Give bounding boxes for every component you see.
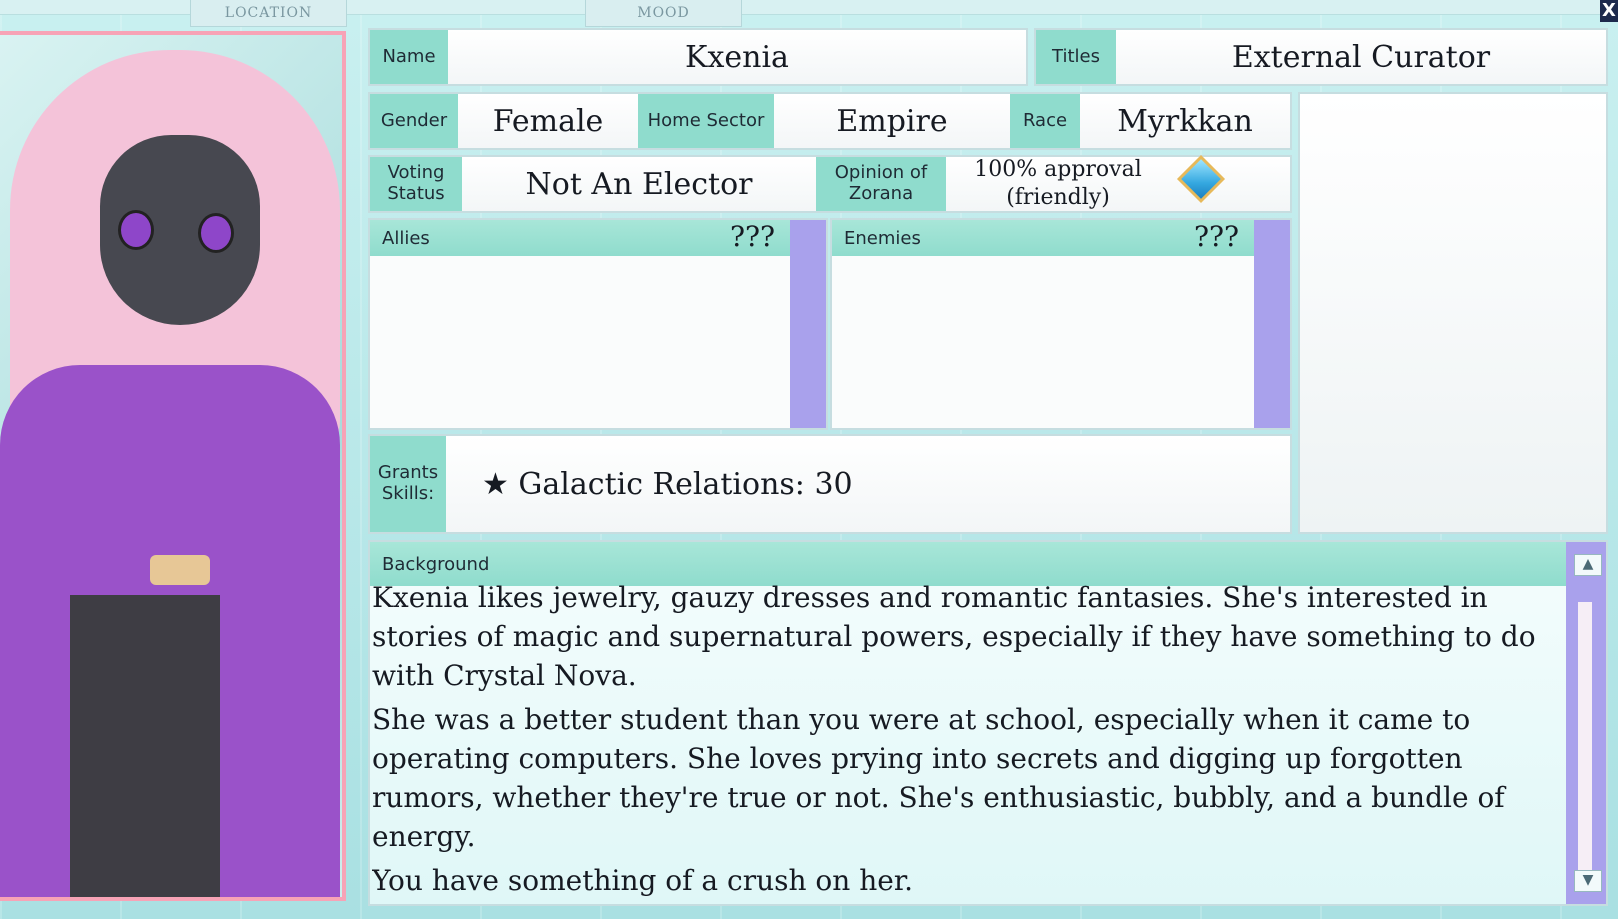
background-paragraph-1: Kxenia likes jewelry, gauzy dresses and … xyxy=(372,581,1536,692)
allies-scrollbar[interactable] xyxy=(790,220,826,428)
background-paragraph-3: You have something of a crush on her. xyxy=(372,864,914,897)
allies-panel: Allies ??? xyxy=(368,218,828,430)
titles-label: Titles xyxy=(1036,30,1116,84)
gender-label: Gender xyxy=(370,94,458,148)
name-value: Kxenia xyxy=(448,30,1026,84)
home-sector-value: Empire xyxy=(774,94,1010,148)
skills-panel: Grants Skills: ★ Galactic Relations: 30 xyxy=(368,434,1292,534)
enemies-panel: Enemies ??? xyxy=(830,218,1292,430)
voting-value: Not An Elector xyxy=(462,157,816,211)
home-sector-label: Home Sector xyxy=(638,94,774,148)
opinion-value: 100% approval (friendly) xyxy=(946,157,1290,211)
name-label: Name xyxy=(370,30,448,84)
side-info-panel xyxy=(1298,92,1608,534)
tab-mood[interactable]: MOOD xyxy=(585,0,742,27)
race-value: Myrkkan xyxy=(1080,94,1290,148)
portrait-face xyxy=(100,135,260,325)
close-button[interactable]: X xyxy=(1600,0,1618,22)
gender-value: Female xyxy=(458,94,638,148)
opinion-label: Opinion of Zorana xyxy=(816,157,946,211)
background-label: Background xyxy=(382,554,490,575)
enemies-scrollbar[interactable] xyxy=(1254,220,1290,428)
portrait-eye xyxy=(198,213,234,253)
race-label: Race xyxy=(1010,94,1080,148)
name-panel: Name Kxenia xyxy=(368,28,1028,86)
background-paragraph-2: She was a better student than you were a… xyxy=(372,703,1505,853)
opinion-line-2: (friendly) xyxy=(1006,185,1110,210)
info-row-1: Gender Female Home Sector Empire Race My… xyxy=(368,92,1292,150)
portrait-dress-lace xyxy=(70,595,220,897)
character-portrait xyxy=(0,31,346,901)
background-text: Kxenia likes jewelry, gauzy dresses and … xyxy=(372,578,1552,898)
enemies-header: Enemies ??? xyxy=(832,220,1254,256)
portrait-eye xyxy=(118,210,154,250)
titles-panel: Titles External Curator xyxy=(1034,28,1608,86)
titles-value: External Curator xyxy=(1116,30,1606,84)
background-scroll-thumb[interactable] xyxy=(1578,602,1592,880)
chevron-down-icon[interactable]: ▼ xyxy=(1574,870,1602,892)
chevron-up-icon[interactable]: ▲ xyxy=(1574,554,1602,576)
skill-item: ★ Galactic Relations: 30 xyxy=(446,436,1290,532)
opinion-line-1: 100% approval xyxy=(974,157,1142,182)
grants-skills-label: Grants Skills: xyxy=(370,436,446,532)
portrait-sash xyxy=(150,555,210,585)
allies-count: ??? xyxy=(730,220,776,253)
allies-label: Allies xyxy=(382,228,430,249)
voting-label: Voting Status xyxy=(370,157,462,211)
tab-location[interactable]: LOCATION xyxy=(190,0,347,27)
enemies-count: ??? xyxy=(1194,220,1240,253)
allies-header: Allies ??? xyxy=(370,220,790,256)
enemies-label: Enemies xyxy=(844,228,921,249)
info-row-2: Voting Status Not An Elector Opinion of … xyxy=(368,154,1292,213)
